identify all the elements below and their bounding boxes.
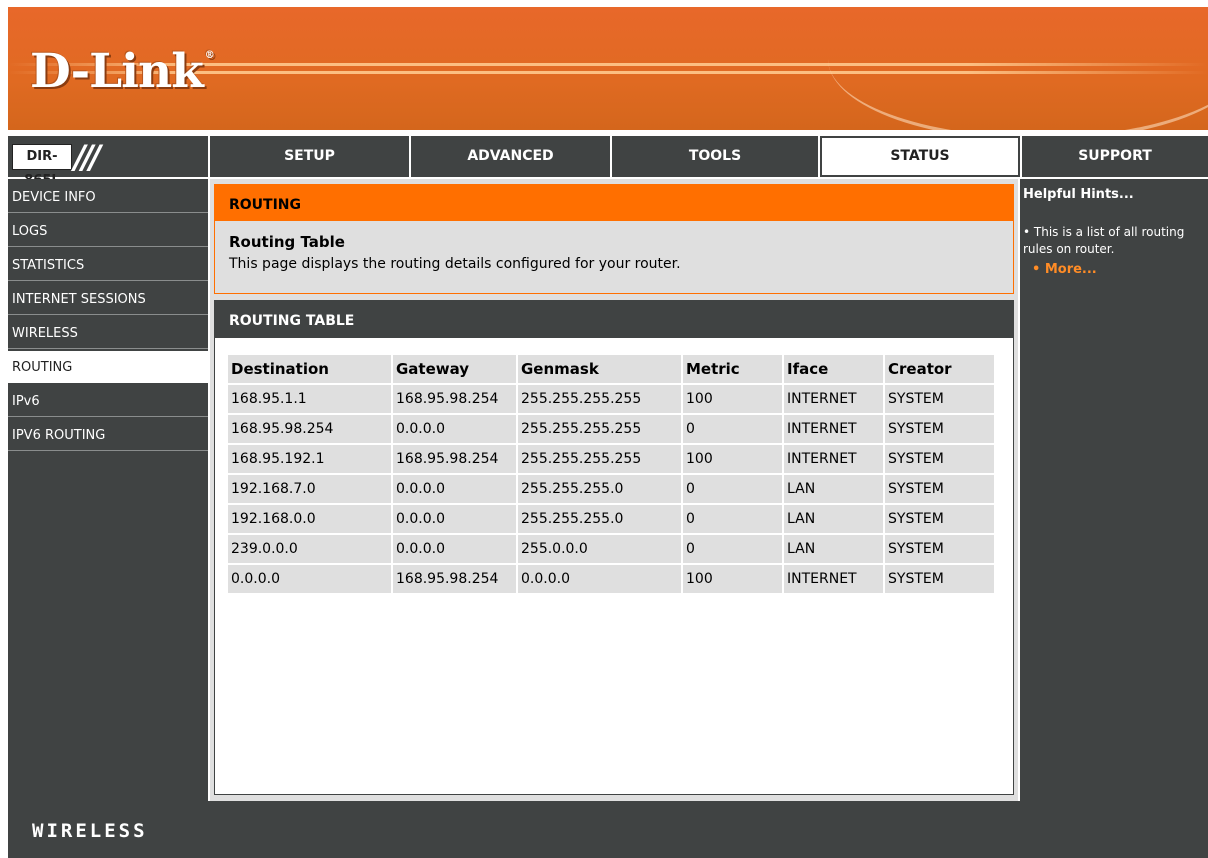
cell-gateway: 0.0.0.0 [393, 475, 516, 503]
tab-support[interactable]: SUPPORT [1022, 136, 1208, 177]
table-row: 239.0.0.0 0.0.0.0 255.0.0.0 0 LAN SYSTEM [228, 535, 994, 563]
cell-genmask: 255.255.255.0 [518, 505, 681, 533]
sidebar-item-ipv6[interactable]: IPv6 [8, 385, 208, 417]
column-header: Genmask [518, 355, 681, 383]
cell-destination: 168.95.1.1 [228, 385, 391, 413]
dlink-logo[interactable]: D-Link ® [30, 44, 215, 99]
cell-iface: INTERNET [784, 565, 883, 593]
cell-iface: LAN [784, 535, 883, 563]
table-row: 192.168.7.0 0.0.0.0 255.255.255.0 0 LAN … [228, 475, 994, 503]
logo-text: D-Link [30, 44, 204, 99]
cell-gateway: 168.95.98.254 [393, 565, 516, 593]
routing-table: Destination Gateway Genmask Metric Iface… [226, 353, 996, 595]
cell-creator: SYSTEM [885, 445, 994, 473]
routing-intro-section: ROUTING Routing Table This page displays… [214, 184, 1014, 294]
cell-iface: LAN [784, 475, 883, 503]
cell-metric: 100 [683, 385, 782, 413]
routing-table-section: ROUTING TABLE Destination Gateway Genmas… [214, 300, 1014, 795]
cell-metric: 100 [683, 565, 782, 593]
section-description: This page displays the routing details c… [229, 256, 681, 272]
cell-destination: 192.168.7.0 [228, 475, 391, 503]
hints-title: Helpful Hints... [1023, 187, 1134, 202]
model-box: DIR-865L /// [8, 136, 208, 188]
cell-creator: SYSTEM [885, 565, 994, 593]
tab-tools[interactable]: TOOLS [612, 136, 818, 177]
cell-metric: 100 [683, 445, 782, 473]
tab-setup[interactable]: SETUP [210, 136, 409, 177]
model-badge: DIR-865L [12, 144, 72, 188]
cell-genmask: 255.255.255.255 [518, 445, 681, 473]
cell-creator: SYSTEM [885, 535, 994, 563]
banner-swoosh [828, 7, 1208, 130]
cell-genmask: 0.0.0.0 [518, 565, 681, 593]
registered-mark: ® [204, 50, 215, 61]
sidebar-item-internet-sessions[interactable]: INTERNET SESSIONS [8, 283, 208, 315]
cell-iface: INTERNET [784, 385, 883, 413]
cell-genmask: 255.255.255.255 [518, 385, 681, 413]
section-header: ROUTING [215, 185, 1013, 221]
cell-destination: 239.0.0.0 [228, 535, 391, 563]
cell-genmask: 255.0.0.0 [518, 535, 681, 563]
sidebar-item-device-info[interactable]: DEVICE INFO [8, 181, 208, 213]
cell-iface: LAN [784, 505, 883, 533]
cell-creator: SYSTEM [885, 415, 994, 443]
cell-gateway: 168.95.98.254 [393, 385, 516, 413]
sidebar-item-ipv6-routing[interactable]: IPV6 ROUTING [8, 419, 208, 451]
cell-destination: 0.0.0.0 [228, 565, 391, 593]
footer: WIRELESS [8, 801, 1208, 858]
wireless-logo: WIRELESS [32, 820, 148, 842]
tab-advanced[interactable]: ADVANCED [411, 136, 610, 177]
cell-creator: SYSTEM [885, 505, 994, 533]
cell-iface: INTERNET [784, 445, 883, 473]
table-section-header: ROUTING TABLE [215, 301, 1013, 338]
sidebar-item-routing[interactable]: ROUTING [8, 351, 208, 383]
cell-genmask: 255.255.255.0 [518, 475, 681, 503]
table-row: 168.95.1.1 168.95.98.254 255.255.255.255… [228, 385, 994, 413]
main-content: ROUTING Routing Table This page displays… [210, 179, 1018, 801]
cell-metric: 0 [683, 535, 782, 563]
cell-gateway: 0.0.0.0 [393, 535, 516, 563]
table-row: 168.95.192.1 168.95.98.254 255.255.255.2… [228, 445, 994, 473]
cell-destination: 168.95.192.1 [228, 445, 391, 473]
tab-status[interactable]: STATUS [820, 136, 1020, 177]
cell-gateway: 0.0.0.0 [393, 415, 516, 443]
table-row: 0.0.0.0 168.95.98.254 0.0.0.0 100 INTERN… [228, 565, 994, 593]
sidebar-item-wireless[interactable]: WIRELESS [8, 317, 208, 349]
helpful-hints-panel: Helpful Hints... • This is a list of all… [1020, 179, 1208, 801]
column-header: Creator [885, 355, 994, 383]
cell-gateway: 168.95.98.254 [393, 445, 516, 473]
cell-destination: 168.95.98.254 [228, 415, 391, 443]
cell-metric: 0 [683, 505, 782, 533]
header-banner: D-Link ® [8, 7, 1208, 130]
column-header: Destination [228, 355, 391, 383]
sidebar-item-logs[interactable]: LOGS [8, 215, 208, 247]
column-header: Gateway [393, 355, 516, 383]
top-nav: DIR-865L /// SETUP ADVANCED TOOLS STATUS… [8, 136, 1208, 188]
cell-gateway: 0.0.0.0 [393, 505, 516, 533]
cell-creator: SYSTEM [885, 385, 994, 413]
cell-destination: 192.168.0.0 [228, 505, 391, 533]
hints-text: • This is a list of all routing rules on… [1023, 225, 1185, 256]
table-row: 168.95.98.254 0.0.0.0 255.255.255.255 0 … [228, 415, 994, 443]
table-header-row: Destination Gateway Genmask Metric Iface… [228, 355, 994, 383]
table-row: 192.168.0.0 0.0.0.0 255.255.255.0 0 LAN … [228, 505, 994, 533]
sidebar-item-statistics[interactable]: STATISTICS [8, 249, 208, 281]
cell-iface: INTERNET [784, 415, 883, 443]
more-link[interactable]: • More... [1032, 262, 1208, 277]
column-header: Metric [683, 355, 782, 383]
cell-metric: 0 [683, 415, 782, 443]
cell-metric: 0 [683, 475, 782, 503]
section-title: Routing Table [229, 233, 345, 251]
cell-creator: SYSTEM [885, 475, 994, 503]
column-header: Iface [784, 355, 883, 383]
cell-genmask: 255.255.255.255 [518, 415, 681, 443]
sidebar: DEVICE INFO LOGS STATISTICS INTERNET SES… [8, 179, 208, 801]
slashes-icon: /// [74, 138, 101, 176]
